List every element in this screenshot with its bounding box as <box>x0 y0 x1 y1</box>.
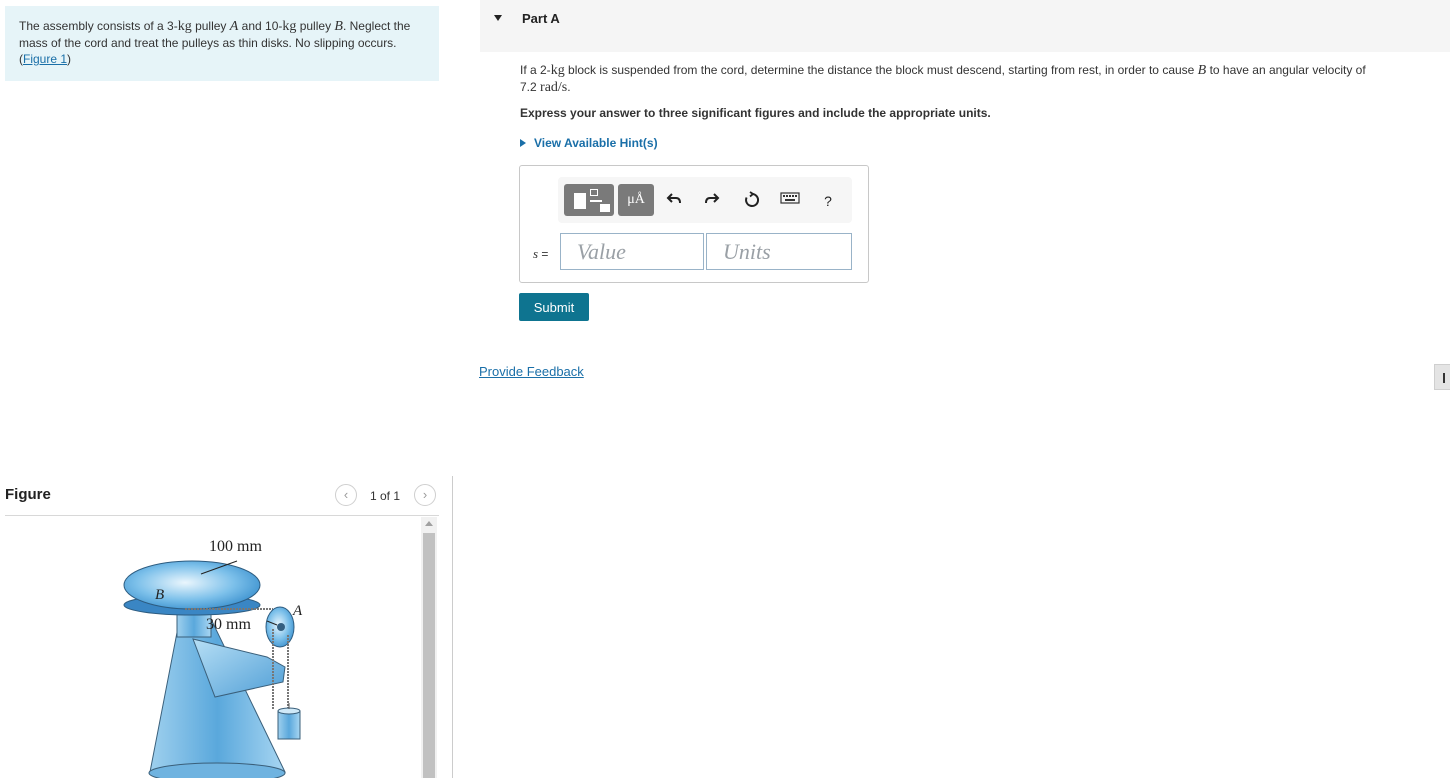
template-subscript-icon <box>600 204 610 212</box>
pulley-b-symbol: B <box>334 19 343 34</box>
figure-image: 100 mm B 30 mm A <box>5 517 439 778</box>
answer-variable-label: s = <box>533 246 548 262</box>
part-title: Part A <box>522 11 560 26</box>
view-hints-link[interactable]: View Available Hint(s) <box>520 136 658 150</box>
pulley-b-symbol: B <box>1197 63 1207 78</box>
caret-right-icon <box>520 139 526 147</box>
figure-next-button[interactable]: › <box>414 484 436 506</box>
problem-text: and 10- <box>238 19 283 33</box>
figure-link[interactable]: Figure 1 <box>23 52 67 66</box>
unit-kg: kg <box>282 19 297 34</box>
part-a-header[interactable]: Part A <box>480 0 1450 52</box>
template-fraction-bar-icon <box>590 200 602 202</box>
label-pulley-b: B <box>155 587 164 603</box>
question-text: If a 2-kg block is suspended from the co… <box>520 62 1450 96</box>
problem-text: ) <box>67 52 72 66</box>
undo-icon[interactable] <box>664 191 684 211</box>
figure-pager: 1 of 1 <box>370 489 401 503</box>
math-toolbar: μÅ ? <box>558 177 852 223</box>
problem-text: pulley <box>296 19 335 33</box>
pulley-assembly-diagram: 100 mm B 30 mm A <box>123 538 303 778</box>
label-radius-a: 30 mm <box>206 616 251 633</box>
question-fragment: If a 2- <box>520 63 551 77</box>
question-fragment: . <box>567 80 571 94</box>
question-fragment: block is suspended from the cord, determ… <box>564 63 1198 77</box>
answer-instruction: Express your answer to three significant… <box>520 106 991 120</box>
label-pulley-a: A <box>292 603 303 619</box>
side-tab-handle-icon <box>1443 373 1445 383</box>
value-input[interactable] <box>560 233 704 270</box>
side-panel-tab[interactable] <box>1434 364 1450 390</box>
reset-icon[interactable] <box>742 191 762 211</box>
provide-feedback-link[interactable]: Provide Feedback <box>479 364 584 379</box>
figure-title: Figure <box>5 486 51 503</box>
unit-rad-per-s: rad/s <box>540 80 568 95</box>
problem-text: pulley <box>191 19 230 33</box>
redo-icon[interactable] <box>702 191 722 211</box>
label-radius-b: 100 mm <box>209 538 262 555</box>
equals-sign: = <box>538 247 549 261</box>
answer-box: μÅ ? s = <box>519 165 869 283</box>
unit-kg: kg <box>550 63 565 78</box>
units-input[interactable] <box>706 233 852 270</box>
help-button[interactable]: ? <box>818 191 838 211</box>
view-hints-label: View Available Hint(s) <box>534 136 658 150</box>
keyboard-icon[interactable] <box>780 191 800 211</box>
unit-kg: kg <box>177 19 192 34</box>
submit-button[interactable]: Submit <box>519 293 589 321</box>
pane-divider <box>452 476 453 778</box>
figure-header: Figure ‹ 1 of 1 › <box>5 484 439 516</box>
units-button[interactable]: μÅ <box>618 184 654 216</box>
template-box-icon <box>574 193 586 209</box>
scrollbar-thumb[interactable] <box>423 533 435 778</box>
problem-statement: The assembly consists of a 3-kg pulley A… <box>5 6 439 81</box>
figure-scrollbar[interactable] <box>421 517 437 778</box>
angular-velocity-value: 7.2 <box>520 80 537 94</box>
scroll-up-icon[interactable] <box>425 521 433 526</box>
caret-down-icon[interactable] <box>494 15 502 21</box>
figure-prev-button[interactable]: ‹ <box>335 484 357 506</box>
templates-button[interactable] <box>564 184 614 216</box>
template-superscript-icon <box>590 189 598 196</box>
question-fragment: to have an angular velocity of <box>1206 63 1366 77</box>
problem-text: The assembly consists of a 3- <box>19 19 178 33</box>
